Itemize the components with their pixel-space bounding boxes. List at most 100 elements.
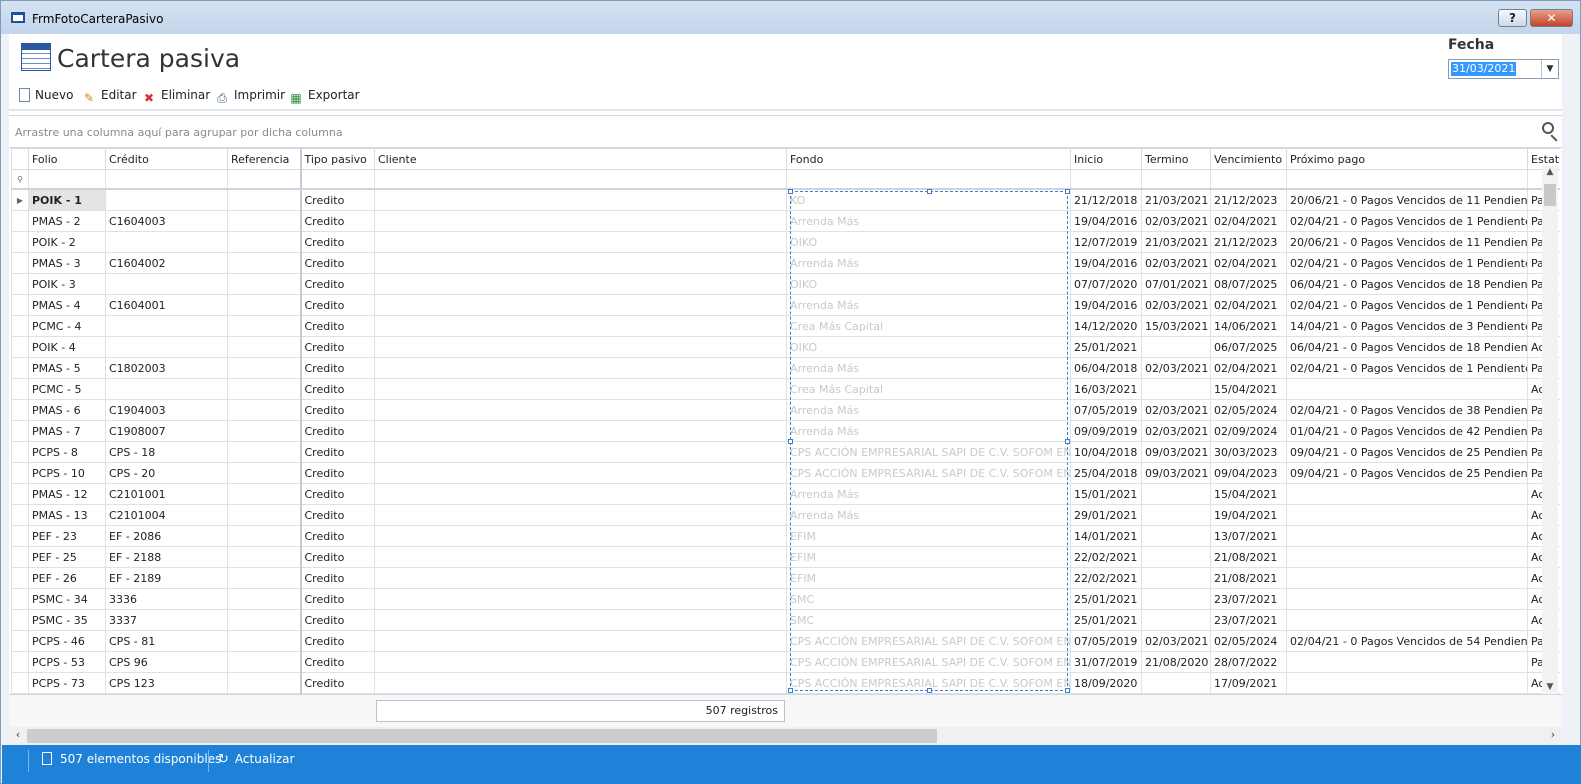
table-cell[interactable] [227,609,301,631]
row-indicator[interactable] [11,336,29,358]
table-cell[interactable] [1286,504,1528,526]
table-cell[interactable]: 22/02/2021 [1070,567,1142,589]
table-cell[interactable]: CPS 123 [105,672,228,694]
table-cell[interactable] [374,441,787,463]
table-cell[interactable]: CPS 96 [105,651,228,673]
column-header[interactable]: Próximo pago [1286,148,1528,170]
table-cell[interactable]: C1802003 [105,357,228,379]
filter-cell[interactable] [374,169,787,190]
table-cell[interactable] [1286,609,1528,631]
table-cell[interactable]: Credito [299,630,375,652]
table-cell[interactable] [374,294,787,316]
table-cell[interactable] [1141,567,1211,589]
table-cell[interactable]: C1604002 [105,252,228,274]
table-row[interactable]: PCPS - 53 CPS 96 Credito CPS ACCIÓN EMPRESA… [11,651,1560,673]
table-cell[interactable]: PCPS - 73 [28,672,106,694]
table-cell[interactable] [227,567,301,589]
table-cell[interactable]: 29/01/2021 [1070,504,1142,526]
table-cell[interactable] [374,525,787,547]
close-button[interactable]: ✕ [1530,9,1573,27]
filter-cell[interactable] [105,169,228,190]
table-cell[interactable]: 02/03/2021 [1141,210,1211,232]
table-cell[interactable]: Arrenda Más [786,357,1071,379]
vertical-scrollbar[interactable]: ▲ ▼ [1542,166,1558,694]
filter-cell[interactable] [786,169,1071,190]
table-cell[interactable]: 20/06/21 - 0 Pagos Vencidos de 11 Pendie… [1286,188,1528,211]
table-cell[interactable]: PCMC - 4 [28,315,106,337]
fecha-value[interactable]: 31/03/2021 [1451,62,1517,76]
table-cell[interactable]: Arrenda Más [786,399,1071,421]
column-header[interactable]: Tipo pasivo [299,148,375,170]
table-cell[interactable]: Crea Más Capital [786,315,1071,337]
table-cell[interactable]: 09/04/21 - 0 Pagos Vencidos de 25 Pendie… [1286,441,1528,463]
table-cell[interactable]: PMAS - 12 [28,483,106,505]
table-cell[interactable]: 02/04/21 - 0 Pagos Vencidos de 54 Pendie… [1286,630,1528,652]
table-cell[interactable]: Credito [299,483,375,505]
table-cell[interactable]: C2101001 [105,483,228,505]
vertical-scroll-thumb[interactable] [1544,184,1556,206]
table-cell[interactable]: 07/05/2019 [1070,399,1142,421]
table-cell[interactable]: 30/03/2023 [1210,441,1287,463]
table-cell[interactable]: 15/04/2021 [1210,483,1287,505]
table-row[interactable]: PCMC - 4 Credito Crea Más Capital 14/12/202… [11,315,1560,337]
column-header[interactable]: Termino [1141,148,1211,170]
table-cell[interactable]: 09/03/2021 [1141,441,1211,463]
table-cell[interactable] [227,231,301,253]
row-indicator[interactable] [11,399,29,421]
table-cell[interactable] [227,651,301,673]
table-cell[interactable] [1141,546,1211,568]
table-cell[interactable]: 21/12/2018 [1070,188,1142,211]
data-grid[interactable]: Folio Crédito Referencia Tipo pasivo Cli… [11,148,1560,694]
row-indicator[interactable] [11,315,29,337]
table-cell[interactable]: 22/02/2021 [1070,546,1142,568]
search-icon[interactable] [1542,122,1554,134]
table-cell[interactable]: Credito [299,357,375,379]
table-cell[interactable] [374,651,787,673]
table-cell[interactable]: 25/01/2021 [1070,336,1142,358]
table-cell[interactable]: POIK - 4 [28,336,106,358]
table-cell[interactable]: C2101004 [105,504,228,526]
table-cell[interactable]: 25/04/2018 [1070,462,1142,484]
table-cell[interactable] [1286,546,1528,568]
table-cell[interactable]: 21/12/2023 [1210,188,1287,211]
table-cell[interactable] [227,336,301,358]
table-cell[interactable]: EFIM [786,567,1071,589]
table-cell[interactable] [374,336,787,358]
table-row[interactable]: POIK - 3 Credito OIKO 07/07/2020 07/01/2021 0… [11,273,1560,295]
column-header[interactable]: Crédito [105,148,228,170]
table-cell[interactable] [227,462,301,484]
table-cell[interactable]: Credito [299,399,375,421]
row-indicator[interactable] [11,546,29,568]
table-cell[interactable]: SMC [786,609,1071,631]
table-cell[interactable]: EF - 2188 [105,546,228,568]
table-cell[interactable]: 25/01/2021 [1070,588,1142,610]
row-indicator[interactable] [11,588,29,610]
table-cell[interactable]: Crea Más Capital [786,378,1071,400]
table-cell[interactable]: PCPS - 10 [28,462,106,484]
scroll-right-icon[interactable]: › [1545,728,1561,741]
table-row[interactable]: PSMC - 35 3337 Credito SMC 25/01/2021 23/07/2… [11,609,1560,631]
table-cell[interactable]: 09/04/21 - 0 Pagos Vencidos de 25 Pendie… [1286,462,1528,484]
row-indicator[interactable] [11,462,29,484]
table-cell[interactable]: PMAS - 3 [28,252,106,274]
table-cell[interactable]: 15/03/2021 [1141,315,1211,337]
column-header[interactable]: Folio [28,148,106,170]
help-button[interactable]: ? [1498,9,1527,27]
table-cell[interactable] [374,462,787,484]
table-cell[interactable] [227,315,301,337]
table-cell[interactable]: Arrenda Más [786,210,1071,232]
table-cell[interactable] [105,273,228,295]
table-cell[interactable]: 02/05/2024 [1210,399,1287,421]
table-cell[interactable]: CPS ACCIÓN EMPRESARIAL SAPI DE C.V. SOFO… [786,672,1071,694]
table-cell[interactable]: Credito [299,378,375,400]
row-indicator[interactable] [11,651,29,673]
table-row[interactable]: PCPS - 10 CPS - 20 Credito CPS ACCIÓN EMPRE… [11,462,1560,484]
table-row[interactable]: PMAS - 6 C1904003 Credito Arrenda Más 07/05/… [11,399,1560,421]
table-cell[interactable] [105,378,228,400]
table-cell[interactable] [1286,588,1528,610]
table-cell[interactable]: PMAS - 13 [28,504,106,526]
table-cell[interactable]: 02/04/2021 [1210,294,1287,316]
table-cell[interactable] [227,420,301,442]
table-cell[interactable] [227,252,301,274]
table-cell[interactable]: 02/05/2024 [1210,630,1287,652]
